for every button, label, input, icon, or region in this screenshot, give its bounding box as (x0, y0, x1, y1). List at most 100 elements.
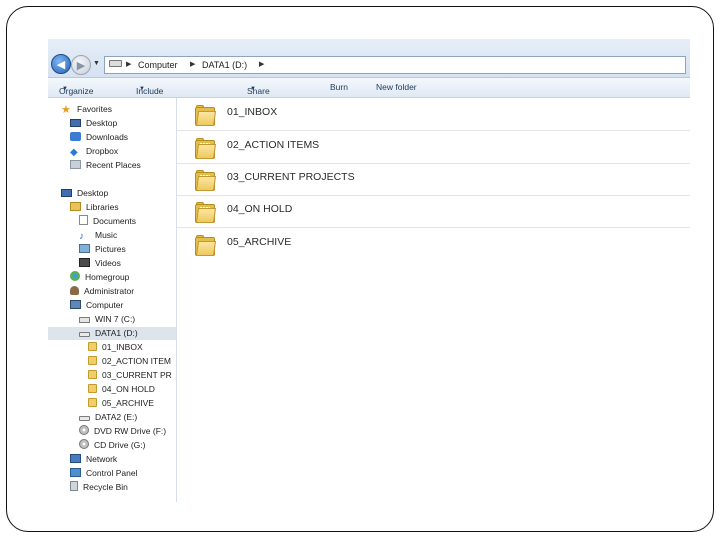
music-icon: ♪ (79, 231, 84, 242)
dropdown-arrow-icon: ▼ (250, 86, 256, 92)
control-panel-icon (70, 468, 81, 477)
folder-item-01-inbox[interactable]: 01_INBOX (177, 98, 690, 131)
folder-item-05-archive[interactable]: 05_ARCHIVE (177, 228, 690, 260)
nav-label: 01_INBOX (102, 342, 143, 352)
user-icon (70, 286, 79, 295)
folder-icon (195, 170, 217, 191)
pictures-icon (79, 244, 90, 253)
nav-drive-f[interactable]: DVD RW Drive (F:) (79, 425, 166, 438)
nav-label: Downloads (86, 132, 129, 142)
explorer-window: ◀ ▶ ▼ ▶ Computer ▶ DATA1 (D:) ▶ Organize… (48, 39, 690, 502)
cd-drive-icon (79, 439, 89, 449)
documents-icon (79, 215, 88, 225)
dvd-drive-icon (79, 425, 89, 435)
nav-folder-03-current-projects[interactable]: 03_CURRENT PR (88, 369, 172, 382)
drive-icon (79, 416, 90, 421)
breadcrumb-computer[interactable]: Computer (138, 60, 178, 70)
folder-icon (88, 356, 97, 365)
drive-icon (79, 332, 90, 337)
folder-icon (88, 398, 97, 407)
computer-icon (70, 300, 81, 309)
nav-network[interactable]: Network (70, 453, 117, 466)
nav-folder-05-archive[interactable]: 05_ARCHIVE (88, 397, 154, 410)
nav-homegroup[interactable]: Homegroup (70, 271, 129, 284)
nav-folder-02-action-items[interactable]: 02_ACTION ITEM (88, 355, 171, 368)
breadcrumb-arrow-icon[interactable]: ▶ (190, 60, 195, 68)
breadcrumb-arrow-icon[interactable]: ▶ (259, 60, 264, 68)
new-folder-button[interactable]: New folder (376, 82, 417, 92)
nav-label: Desktop (77, 188, 109, 198)
forward-button[interactable]: ▶ (71, 55, 91, 75)
nav-documents[interactable]: Documents (79, 215, 136, 228)
navigation-pane: ★ Favorites Desktop Downloads ◆ Dropbox Re… (48, 98, 177, 502)
nav-downloads[interactable]: Downloads (70, 131, 128, 144)
folder-item-02-action-items[interactable]: 02_ACTION ITEMS (177, 131, 690, 164)
address-row: ◀ ▶ ▼ ▶ Computer ▶ DATA1 (D:) ▶ (48, 39, 690, 78)
nav-label: WIN 7 (C:) (95, 314, 136, 324)
nav-label: Administrator (84, 286, 135, 296)
nav-desktop[interactable]: Desktop (70, 117, 117, 130)
nav-label: Recent Places (86, 160, 141, 170)
nav-label: 04_ON HOLD (102, 384, 155, 394)
folder-icon (195, 235, 217, 256)
nav-label: Favorites (77, 104, 112, 114)
desktop-icon (70, 119, 81, 127)
nav-label: Desktop (86, 118, 118, 128)
recent-places-icon (70, 160, 81, 169)
address-bar[interactable]: ▶ Computer ▶ DATA1 (D:) ▶ (104, 56, 686, 74)
folder-name: 05_ARCHIVE (227, 236, 292, 248)
dropdown-arrow-icon: ▼ (62, 86, 68, 92)
nav-drive-c[interactable]: WIN 7 (C:) (79, 313, 135, 326)
nav-label: 03_CURRENT PR (102, 370, 172, 380)
folder-icon (88, 370, 97, 379)
folder-item-03-current-projects[interactable]: 03_CURRENT PROJECTS (177, 163, 690, 196)
nav-recycle-bin[interactable]: Recycle Bin (70, 481, 128, 494)
folder-item-04-on-hold[interactable]: 04_ON HOLD (177, 195, 690, 228)
nav-label: Control Panel (86, 468, 138, 478)
nav-favorites[interactable]: ★ Favorites (61, 103, 112, 116)
nav-label: DATA1 (D:) (95, 328, 138, 338)
nav-computer[interactable]: Computer (70, 299, 123, 312)
folder-icon (195, 105, 217, 126)
nav-folder-01-inbox[interactable]: 01_INBOX (88, 341, 143, 354)
folder-icon (88, 342, 97, 351)
nav-desktop-root[interactable]: Desktop (61, 187, 108, 200)
back-button[interactable]: ◀ (51, 54, 71, 74)
nav-control-panel[interactable]: Control Panel (70, 467, 138, 480)
breadcrumb-arrow-icon[interactable]: ▶ (126, 60, 131, 68)
nav-label: Computer (86, 300, 124, 310)
nav-label: CD Drive (G:) (94, 440, 146, 450)
windows-drive-icon (79, 317, 90, 323)
nav-label: Recycle Bin (83, 482, 128, 492)
nav-libraries[interactable]: Libraries (70, 201, 119, 214)
nav-label: Music (95, 230, 118, 240)
nav-drive-e[interactable]: DATA2 (E:) (79, 411, 137, 424)
nav-administrator[interactable]: Administrator (70, 285, 134, 298)
nav-label: Libraries (86, 202, 119, 212)
nav-dropbox[interactable]: ◆ Dropbox (70, 145, 118, 158)
star-icon: ★ (61, 104, 71, 116)
breadcrumb-data1[interactable]: DATA1 (D:) (202, 60, 247, 70)
recent-pages-chevron-icon[interactable]: ▼ (93, 60, 100, 67)
nav-label: 02_ACTION ITEM (102, 356, 171, 366)
nav-label: Homegroup (85, 272, 130, 282)
nav-videos[interactable]: Videos (79, 257, 121, 270)
nav-label: Pictures (95, 244, 126, 254)
command-bar: Organize▼ Include in library▼ Share with… (48, 78, 690, 116)
nav-music[interactable]: ♪ Music (79, 229, 117, 242)
homegroup-icon (70, 271, 80, 281)
burn-button[interactable]: Burn (330, 82, 348, 92)
nav-label: Videos (95, 258, 121, 268)
nav-drive-d[interactable]: DATA1 (D:) (48, 327, 176, 340)
nav-pictures[interactable]: Pictures (79, 243, 126, 256)
nav-label: 05_ARCHIVE (102, 398, 154, 408)
nav-drive-g[interactable]: CD Drive (G:) (79, 439, 145, 452)
nav-label: Documents (93, 216, 136, 226)
folder-name: 02_ACTION ITEMS (227, 139, 320, 151)
nav-label: DVD RW Drive (F:) (94, 426, 167, 436)
folder-name: 04_ON HOLD (227, 203, 293, 215)
nav-recent-places[interactable]: Recent Places (70, 159, 141, 172)
network-icon (70, 454, 81, 463)
downloads-icon (70, 132, 81, 141)
nav-folder-04-on-hold[interactable]: 04_ON HOLD (88, 383, 155, 396)
